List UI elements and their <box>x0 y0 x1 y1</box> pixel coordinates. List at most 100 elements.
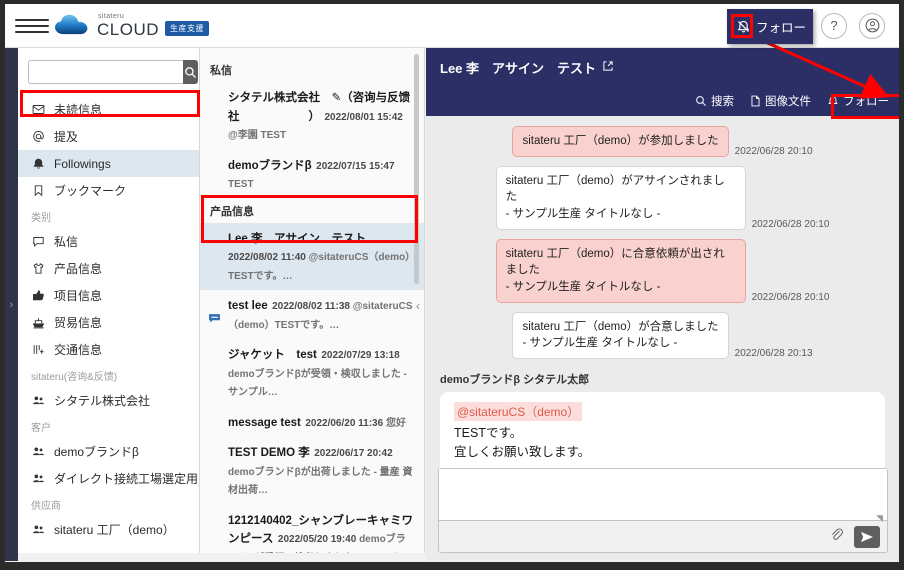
list-item-title: test lee <box>228 300 268 313</box>
group-icon <box>31 445 46 458</box>
sidebar-item-project-info[interactable]: 项目信息 <box>18 282 199 309</box>
file-icon <box>751 95 760 107</box>
transport-icon <box>31 343 46 356</box>
system-message-bubble: sitateru 工厂（demo）が合意しました - サンプル生産 タイトルなし… <box>512 311 729 360</box>
list-item-title: ジャケット test <box>228 349 317 362</box>
sidebar-section-category: 类别 <box>31 212 51 224</box>
sidebar-section-supplier: 供应商 <box>31 500 61 512</box>
follow-tooltip[interactable]: フォロー <box>727 9 813 44</box>
chat-messages: sitateru 工厂（demo）が参加しました 2022/06/28 20:1… <box>426 116 899 481</box>
sidebar-item-mentions[interactable]: 提及 <box>18 123 199 150</box>
chat-title-row: Lee 李 アサイン テスト <box>440 58 885 77</box>
resize-handle[interactable]: ◥ <box>876 513 883 524</box>
send-button[interactable] <box>854 525 880 548</box>
list-item-preview: TEST <box>228 179 254 191</box>
chat-icon <box>31 235 46 248</box>
system-message-subtext: - サンプル生産 タイトルなし - <box>522 337 678 350</box>
send-icon <box>861 531 873 542</box>
search-icon <box>185 66 197 78</box>
chat-action-label: 图像文件 <box>765 96 811 108</box>
list-item-date: 2022/06/17 20:42 <box>314 448 393 460</box>
message-list: 私信 シタテル株式会社 ✎（咨询与反馈社 ） 2022/08/01 15:42 … <box>200 48 425 553</box>
mention-tag[interactable]: @sitateruCS（demo） <box>454 402 583 422</box>
sidebar-item-trade-info[interactable]: 贸易信息 <box>18 309 199 336</box>
chat-files-button[interactable]: 图像文件 <box>750 93 811 109</box>
sidebar-item-label: 贸易信息 <box>54 316 103 330</box>
app-window: sitateru CLOUD 生産支援 ? フォロー › 未読信息 提及 Fol… <box>0 0 904 570</box>
chevron-right-icon[interactable]: › <box>10 299 14 311</box>
page-title: Lee 李 アサイン テスト <box>440 61 597 76</box>
shirt-icon <box>31 262 46 275</box>
composer-toolbar <box>439 521 887 552</box>
list-item[interactable]: シタテル株式会社 ✎（咨询与反馈社 ） 2022/08/01 15:42 @李園… <box>200 82 424 150</box>
sidebar-item-bookmark[interactable]: ブックマーク <box>18 177 199 204</box>
system-message-row: sitateru 工厂（demo）に合意依頼が出されました - サンプル生産 タ… <box>440 238 885 303</box>
account-circle-icon[interactable] <box>859 12 885 39</box>
list-item[interactable]: test lee 2022/08/02 11:38 @sitateruCS（de… <box>200 290 424 339</box>
bell-icon <box>31 157 46 170</box>
comment-icon <box>208 296 224 333</box>
help-button[interactable]: ? <box>821 12 847 39</box>
system-message-time: 2022/06/28 20:10 <box>751 291 830 303</box>
paperclip-icon[interactable] <box>829 527 844 547</box>
hamburger-icon[interactable] <box>15 14 49 38</box>
list-item[interactable]: TEST DEMO 李 2022/06/17 20:42 demoブランドβが出… <box>200 437 424 505</box>
bell-icon <box>828 96 838 106</box>
system-message-bubble: sitateru 工厂（demo）に合意依頼が出されました - サンプル生産 タ… <box>495 238 746 303</box>
sidebar-item-unread[interactable]: 未読信息 <box>18 96 199 123</box>
sidebar-item-private-message[interactable]: 私信 <box>18 228 199 255</box>
sidebar-item-label: 提及 <box>54 130 79 144</box>
chat-search-button[interactable]: 搜索 <box>695 93 734 109</box>
chat-header: Lee 李 アサイン テスト 搜索 图像文件 フォロー <box>426 48 899 116</box>
chat-action-label: フォロー <box>843 96 889 108</box>
list-item-badge <box>208 345 224 401</box>
list-item[interactable]: 1212140402_シャンブレーキャミワンピース 2022/05/20 19:… <box>200 505 424 553</box>
list-item-title: message test <box>228 416 301 429</box>
sidebar-item-followings[interactable]: Followings <box>18 150 199 177</box>
at-sign-icon <box>31 130 46 143</box>
sidebar-item-transport-info[interactable]: 交通信息 <box>18 336 199 363</box>
search-input[interactable] <box>28 60 183 84</box>
message-composer: ◥ <box>438 468 888 553</box>
chevron-left-icon[interactable]: ‹ <box>416 299 420 313</box>
list-item[interactable]: Lee 李 アサイン テスト 2022/08/02 11:40 @sitater… <box>200 222 424 291</box>
sidebar-item-sitateru-factory[interactable]: sitateru 工厂（demo） <box>18 516 199 543</box>
envelope-icon <box>31 103 46 116</box>
thumbs-up-icon <box>31 289 46 302</box>
group-icon <box>31 523 46 536</box>
list-item-title: TEST DEMO 李 <box>228 447 310 460</box>
list-item-badge <box>208 229 224 285</box>
system-message-text: sitateru 工厂（demo）に合意依頼が出されました <box>505 247 725 277</box>
sidebar-item-product-info[interactable]: 产品信息 <box>18 255 199 282</box>
message-list-scrollbar[interactable] <box>414 54 419 284</box>
sidebar-item-demo-brand[interactable]: demoブランドβ <box>18 438 199 465</box>
list-item-badge <box>208 156 224 193</box>
group-icon <box>31 472 46 485</box>
search-button[interactable] <box>183 60 198 84</box>
sidebar-item-label: 未読信息 <box>54 103 103 117</box>
chat-follow-button[interactable]: フォロー <box>827 93 889 109</box>
system-message-subtext: - サンプル生産 タイトルなし - <box>505 281 661 294</box>
list-item[interactable]: ジャケット test 2022/07/29 13:18 demoブランドβが受領… <box>200 339 424 407</box>
logo-subtitle: sitateru <box>98 13 125 20</box>
bell-slash-icon <box>737 20 750 33</box>
app-logo[interactable]: sitateru CLOUD 生産支援 <box>55 13 210 38</box>
list-item-title: Lee 李 アサイン テスト <box>228 232 367 245</box>
list-item[interactable]: message test 2022/06/20 11:36 您好 <box>200 407 424 438</box>
chat-message: demoブランドβ シタテル太郎 @sitateruCS（demo） TESTで… <box>440 371 885 481</box>
system-message-bubble: sitateru 工厂（demo）がアサインされました - サンプル生産 タイト… <box>495 165 746 230</box>
system-message-row: sitateru 工厂（demo）が参加しました 2022/06/28 20:1… <box>440 126 885 157</box>
list-item-date: 2022/06/20 11:36 <box>305 417 384 429</box>
list-item-date: 2022/08/02 11:40 <box>228 252 306 264</box>
system-message-text: sitateru 工厂（demo）が合意しました <box>522 320 719 333</box>
message-line: 宜しくお願い致します。 <box>454 445 591 460</box>
list-item[interactable]: demoブランドβ 2022/07/15 15:47 TEST <box>200 150 424 199</box>
external-link-icon[interactable] <box>602 60 614 75</box>
header-actions: ? <box>821 12 899 39</box>
chat-action-label: 搜索 <box>711 96 734 108</box>
message-input[interactable] <box>439 469 887 521</box>
left-rail[interactable]: › <box>5 48 18 561</box>
sidebar-item-sitateru-corp[interactable]: シタテル株式会社 <box>18 387 199 414</box>
search-icon <box>696 96 707 107</box>
sidebar-item-direct-factory[interactable]: ダイレクト接続工場選定用：シタ <box>18 465 199 492</box>
